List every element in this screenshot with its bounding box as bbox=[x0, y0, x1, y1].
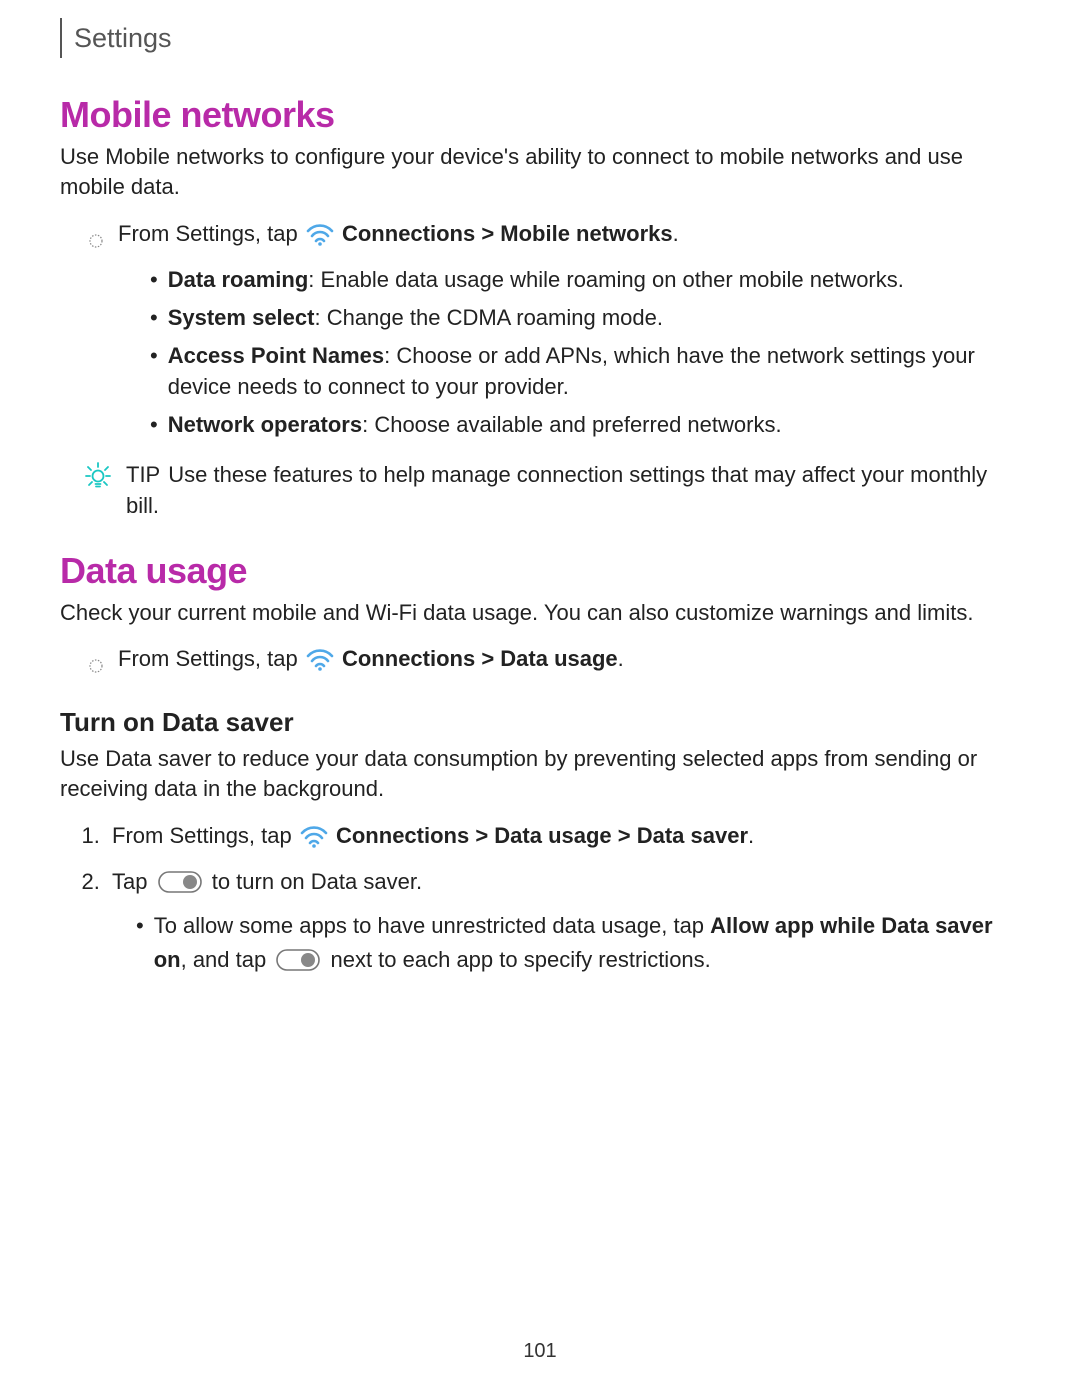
bullet-icon: • bbox=[150, 409, 158, 441]
ol2-prefix: Tap bbox=[112, 869, 154, 894]
tip-lightbulb-icon bbox=[84, 461, 112, 497]
subbullet-text: To allow some apps to have unrestricted … bbox=[154, 909, 1020, 981]
heading-mobile-networks: Mobile networks bbox=[60, 94, 1020, 136]
list-item: • Access Point Names: Choose or add APNs… bbox=[150, 340, 1020, 404]
bullet-icon: • bbox=[150, 264, 158, 296]
connections-icon bbox=[306, 648, 334, 681]
bullet-icon: • bbox=[136, 909, 144, 981]
page-header: Settings bbox=[60, 18, 1020, 58]
document-page: Settings Mobile networks Use Mobile netw… bbox=[0, 0, 1080, 1397]
ol1-suffix: . bbox=[748, 823, 754, 848]
list-item: • Data roaming: Enable data usage while … bbox=[150, 264, 1020, 296]
data-saver-steps: From Settings, tap Connections > Data us… bbox=[106, 819, 1020, 981]
step-suffix: . bbox=[673, 221, 679, 246]
bullet-icon: • bbox=[150, 302, 158, 334]
connections-icon bbox=[300, 825, 328, 859]
heading-turn-on-data-saver: Turn on Data saver bbox=[60, 707, 1020, 738]
toggle-off-icon bbox=[158, 869, 202, 903]
ol1-path: Connections > Data usage > Data saver bbox=[336, 823, 748, 848]
circle-bullet-icon bbox=[88, 225, 104, 258]
bullet-icon: • bbox=[150, 340, 158, 404]
bullet-text: Access Point Names: Choose or add APNs, … bbox=[168, 340, 1020, 404]
mobile-networks-path-step: From Settings, tap Connections > Mobile … bbox=[88, 217, 1020, 258]
data-saver-intro: Use Data saver to reduce your data consu… bbox=[60, 744, 1020, 805]
step-prefix: From Settings, tap bbox=[118, 646, 304, 671]
tip-mobile-networks: TIPUse these features to help manage con… bbox=[84, 459, 1020, 521]
data-saver-sub-bullets: • To allow some apps to have unrestricte… bbox=[136, 909, 1020, 981]
page-number: 101 bbox=[0, 1340, 1080, 1363]
step-prefix: From Settings, tap bbox=[118, 221, 304, 246]
connections-icon bbox=[306, 223, 334, 256]
header-title: Settings bbox=[74, 23, 172, 54]
data-usage-path-step: From Settings, tap Connections > Data us… bbox=[88, 642, 1020, 683]
list-item: From Settings, tap Connections > Data us… bbox=[106, 819, 1020, 859]
list-item: Tap to turn on Data saver. • To allow so… bbox=[106, 865, 1020, 981]
list-item: • To allow some apps to have unrestricte… bbox=[136, 909, 1020, 981]
mobile-networks-intro: Use Mobile networks to configure your de… bbox=[60, 142, 1020, 203]
step-suffix: . bbox=[618, 646, 624, 671]
bullet-text: System select: Change the CDMA roaming m… bbox=[168, 302, 663, 334]
step-text: From Settings, tap Connections > Mobile … bbox=[118, 217, 1020, 256]
tip-label: TIP bbox=[126, 462, 160, 487]
tip-text: Use these features to help manage connec… bbox=[126, 462, 987, 518]
sub-pre: To allow some apps to have unrestricted … bbox=[154, 913, 710, 938]
sub-mid: , and tap bbox=[181, 947, 273, 972]
heading-data-usage: Data usage bbox=[60, 550, 1020, 592]
step-path: Connections > Data usage bbox=[342, 646, 618, 671]
mobile-networks-options: • Data roaming: Enable data usage while … bbox=[150, 264, 1020, 441]
bullet-text: Data roaming: Enable data usage while ro… bbox=[168, 264, 904, 296]
header-accent-bar bbox=[60, 18, 62, 58]
toggle-off-icon bbox=[276, 947, 320, 981]
list-item: • System select: Change the CDMA roaming… bbox=[150, 302, 1020, 334]
step-path: Connections > Mobile networks bbox=[342, 221, 673, 246]
tip-content: TIPUse these features to help manage con… bbox=[126, 459, 1020, 521]
data-usage-intro: Check your current mobile and Wi-Fi data… bbox=[60, 598, 1020, 628]
ol2-suffix: to turn on Data saver. bbox=[212, 869, 422, 894]
bullet-text: Network operators: Choose available and … bbox=[168, 409, 782, 441]
list-item: • Network operators: Choose available an… bbox=[150, 409, 1020, 441]
sub-post: next to each app to specify restrictions… bbox=[330, 947, 710, 972]
step-text: From Settings, tap Connections > Data us… bbox=[118, 642, 1020, 681]
circle-bullet-icon bbox=[88, 650, 104, 683]
ol1-prefix: From Settings, tap bbox=[112, 823, 298, 848]
